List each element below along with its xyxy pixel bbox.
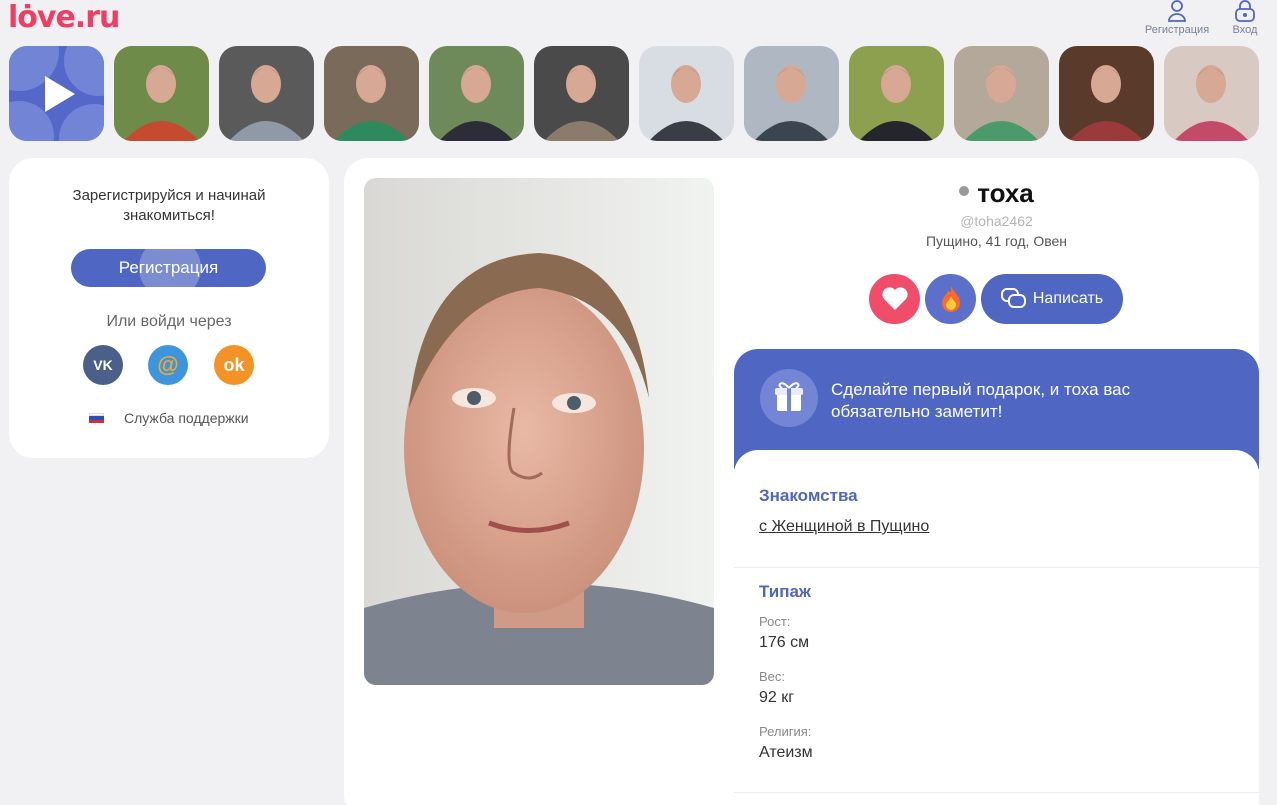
story-user-avatar-4[interactable] xyxy=(429,46,524,141)
user-avatar-1 xyxy=(114,46,209,141)
user-avatar-3 xyxy=(324,46,419,141)
logo[interactable]: lȯve.ru xyxy=(8,0,120,35)
support-link[interactable]: Служба поддержки xyxy=(89,410,249,426)
fire-icon xyxy=(941,286,960,312)
online-status-dot xyxy=(959,186,970,196)
section-divider xyxy=(734,567,1259,568)
vk-login-button[interactable]: VK xyxy=(83,345,123,385)
user-icon xyxy=(1168,0,1186,22)
lock-icon xyxy=(1235,0,1255,22)
story-user-avatar-2[interactable] xyxy=(219,46,314,141)
dating-preference-link[interactable]: с Женщиной в Пущино xyxy=(759,518,929,536)
story-user-avatar-8[interactable] xyxy=(849,46,944,141)
user-avatar-9 xyxy=(954,46,1049,141)
story-user-avatar-7[interactable] xyxy=(744,46,839,141)
story-user-avatar-5[interactable] xyxy=(534,46,629,141)
story-user-avatar-3[interactable] xyxy=(324,46,419,141)
register-button[interactable]: Регистрация xyxy=(71,249,266,287)
header: lȯve.ru Регистрация Вход xyxy=(0,0,1277,44)
story-user-avatar-6[interactable] xyxy=(639,46,734,141)
user-avatar-8 xyxy=(849,46,944,141)
registration-intro: Зарегистрируйся и начинай знакомиться! xyxy=(72,187,266,224)
write-message-label: Написать xyxy=(1032,290,1104,307)
religion-label: Религия: xyxy=(759,724,812,739)
dating-section-title: Знакомства xyxy=(759,486,858,505)
profile-photo-image xyxy=(364,178,714,685)
gift-icon xyxy=(760,369,818,427)
religion-value: Атеизм xyxy=(759,744,813,761)
header-register-button[interactable]: Регистрация xyxy=(1142,0,1212,36)
profile-header: тоха @toha2462 Пущино, 41 год, Овен xyxy=(734,178,1259,249)
header-register-label: Регистрация xyxy=(1144,24,1210,36)
like-button[interactable] xyxy=(869,274,920,324)
gift-banner-text: Сделайте первый подарок, и тоха вас обяз… xyxy=(831,380,1131,421)
story-user-avatar-1[interactable] xyxy=(114,46,209,141)
stories-play-button[interactable] xyxy=(9,46,104,141)
registration-card: Зарегистрируйся и начинай знакомиться! Р… xyxy=(9,158,329,458)
height-value: 176 см xyxy=(759,634,810,651)
type-section-title: Типаж xyxy=(759,582,811,601)
play-icon xyxy=(45,76,75,112)
ok-login-button[interactable]: ok xyxy=(214,345,254,385)
user-avatar-10 xyxy=(1059,46,1154,141)
weight-label: Вес: xyxy=(759,669,786,684)
height-label: Рост: xyxy=(759,614,791,629)
user-avatar-5 xyxy=(534,46,629,141)
fire-button[interactable] xyxy=(925,274,976,324)
story-user-avatar-10[interactable] xyxy=(1059,46,1154,141)
user-avatar-6 xyxy=(639,46,734,141)
support-label: Служба поддержки xyxy=(124,410,249,426)
profile-name: тоха xyxy=(977,178,1034,208)
profile-card: тоха @toha2462 Пущино, 41 год, Овен Напи… xyxy=(344,158,1259,805)
user-avatar-4 xyxy=(429,46,524,141)
section-divider xyxy=(734,792,1259,793)
weight-value: 92 кг xyxy=(759,689,795,706)
user-avatar-7 xyxy=(744,46,839,141)
header-login-button[interactable]: Вход xyxy=(1210,0,1277,36)
register-button-label: Регистрация xyxy=(118,258,219,277)
profile-meta: Пущино, 41 год, Овен xyxy=(925,233,1068,249)
mail-login-button[interactable]: @ xyxy=(148,345,188,385)
profile-handle: @toha2462 xyxy=(960,213,1033,229)
user-avatar-11 xyxy=(1164,46,1259,141)
story-user-avatar-11[interactable] xyxy=(1164,46,1259,141)
story-user-avatar-9[interactable] xyxy=(954,46,1049,141)
header-login-label: Вход xyxy=(1232,24,1258,36)
chat-icon xyxy=(1000,288,1026,308)
write-message-button[interactable]: Написать xyxy=(981,274,1123,324)
profile-info: Знакомства с Женщиной в Пущино Типаж Рос… xyxy=(734,450,1259,805)
or-login-text: Или войди через xyxy=(106,313,232,330)
russia-flag-icon xyxy=(89,412,104,424)
heart-icon xyxy=(881,287,908,310)
user-avatar-2 xyxy=(219,46,314,141)
profile-photo[interactable] xyxy=(364,178,714,685)
